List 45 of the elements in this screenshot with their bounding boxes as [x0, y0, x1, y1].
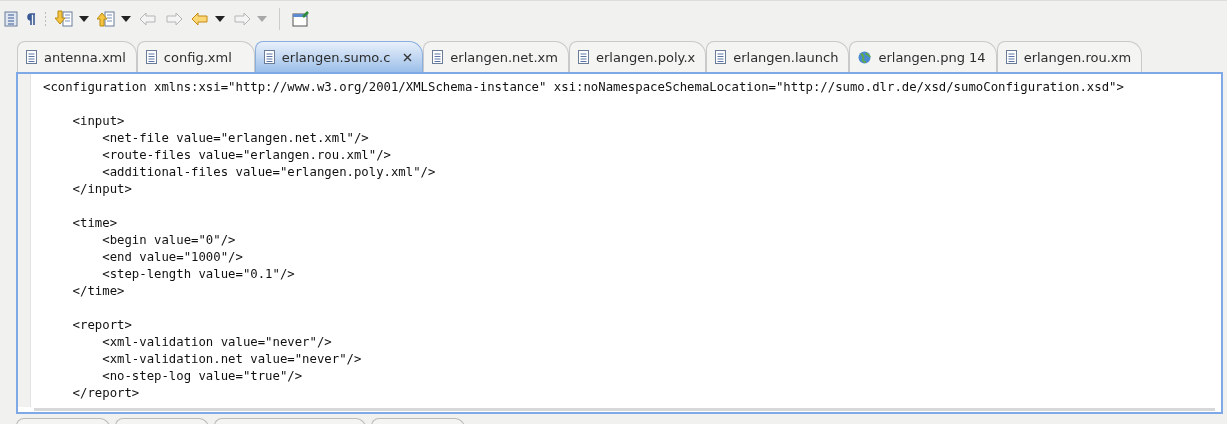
close-icon[interactable] [403, 52, 413, 62]
code-line: <xml-validation.net value="never"/> [101, 351, 362, 368]
document-icon [1005, 50, 1017, 64]
dropdown-caret-icon[interactable] [79, 15, 89, 22]
pilcrow-icon[interactable] [26, 12, 36, 25]
down-arrow-document-icon[interactable] [55, 9, 73, 28]
document-icon [432, 50, 444, 64]
editor-tab[interactable]: config.xml [136, 41, 255, 72]
code-line: </input> [71, 181, 132, 198]
editor-tab[interactable]: erlangen.poly.x [568, 41, 707, 72]
dropdown-caret-icon[interactable] [121, 15, 131, 22]
editor-tab[interactable]: erlangen.sumo.c [254, 41, 424, 72]
code-editor[interactable] [16, 72, 1223, 407]
code-line: <report> [71, 317, 132, 334]
editor-tab[interactable]: erlangen.net.xm [423, 41, 569, 72]
dropdown-caret-icon[interactable] [215, 15, 225, 22]
editor-tab[interactable]: erlangen.launch [706, 41, 850, 72]
new-window-icon[interactable] [292, 10, 310, 27]
editor-tab[interactable]: antenna.xml [17, 41, 137, 72]
code-line: <additional-files value="erlangen.poly.xml"/> [101, 164, 436, 181]
code-line: <net-file value="erlangen.net.xml"/> [101, 130, 369, 147]
code-line: </time> [71, 283, 125, 300]
outline-icon[interactable] [4, 10, 18, 27]
document-icon [715, 50, 727, 64]
globe-icon [858, 50, 872, 64]
editor-tab[interactable]: erlangen.rou.xm [996, 41, 1143, 72]
code-line: <begin value="0"/> [101, 232, 236, 249]
code-line: <configuration xmlns:xsi="http://www.w3.org/2001/XMLSchema-instance" xsi:noNamespaceSchemaLocation="http://sumo.dlr.de/xsd/sumoConfiguration.xsd"> [43, 79, 1124, 96]
code-line: <time> [71, 215, 118, 232]
left-arrow-icon[interactable] [191, 11, 209, 26]
code-line: <no-step-log value="true"/> [101, 368, 303, 385]
document-icon [145, 50, 157, 64]
document-icon [26, 50, 37, 64]
code-line: <input> [71, 113, 125, 130]
up-arrow-document-icon[interactable] [97, 9, 115, 28]
code-line: <end value="1000"/> [101, 249, 243, 266]
code-line: <route-files value="erlangen.rou.xml"/> [101, 147, 391, 164]
toolbar-grip-icon [44, 10, 47, 27]
code-line: <step-length value="0.1"/> [101, 266, 295, 283]
horizontal-scrollbar[interactable] [16, 407, 1223, 414]
code-line: </report> [71, 385, 140, 402]
document-icon [263, 50, 275, 64]
editor-tab[interactable]: erlangen.png 14 [849, 41, 997, 72]
document-icon [577, 50, 589, 64]
code-line: <xml-validation value="never"/> [101, 334, 332, 351]
